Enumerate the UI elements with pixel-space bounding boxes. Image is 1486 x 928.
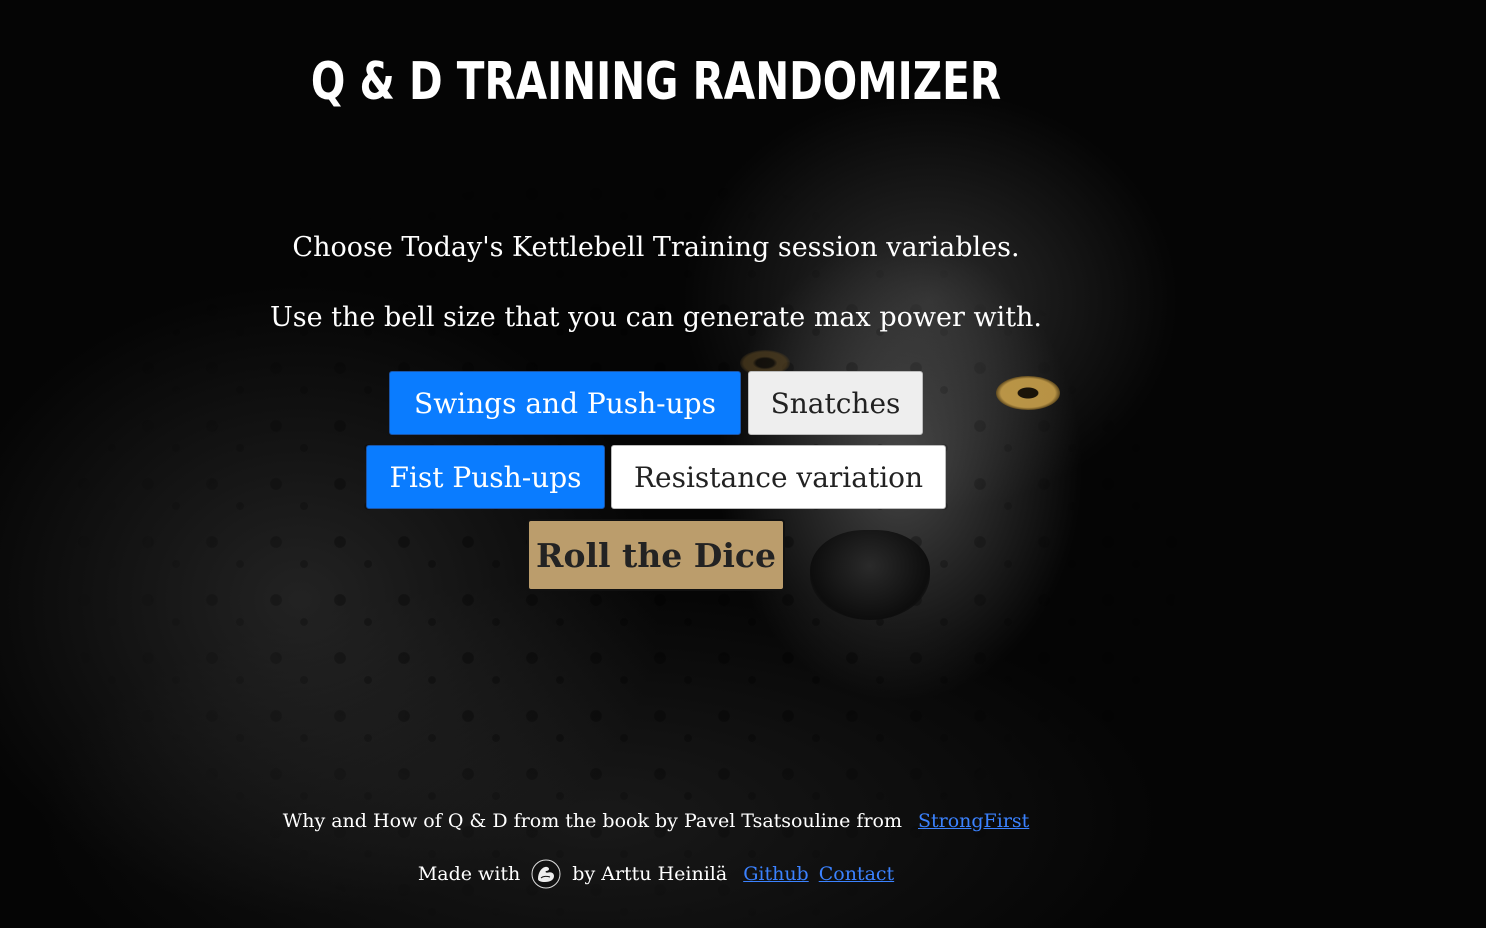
footer-source-text: Why and How of Q & D from the book by Pa… bbox=[282, 810, 902, 832]
flexed-bicep-icon bbox=[530, 858, 562, 890]
author-text: by Arttu Heinilä bbox=[572, 863, 728, 885]
page-title: Q & D TRAINING RANDOMIZER bbox=[310, 52, 1002, 112]
strongfirst-link[interactable]: StrongFirst bbox=[918, 810, 1029, 832]
footer-credits-line: Made with by Arttu Heinilä Github Contac… bbox=[0, 858, 1312, 890]
contact-link[interactable]: Contact bbox=[819, 863, 894, 885]
intro-line-2: Use the bell size that you can generate … bbox=[269, 302, 1043, 333]
made-with-text: Made with bbox=[417, 863, 521, 885]
footer-source-line: Why and How of Q & D from the book by Pa… bbox=[0, 810, 1312, 832]
main-content: Q & D TRAINING RANDOMIZER Choose Today's… bbox=[0, 0, 1486, 928]
github-link[interactable]: Github bbox=[743, 863, 809, 885]
intro-line-1: Choose Today's Kettlebell Training sessi… bbox=[292, 232, 1020, 263]
fist-pushups-button[interactable]: Fist Push-ups bbox=[366, 445, 605, 509]
roll-the-dice-button[interactable]: Roll the Dice bbox=[527, 519, 785, 591]
swings-and-pushups-button[interactable]: Swings and Push-ups bbox=[389, 371, 741, 435]
snatches-button[interactable]: Snatches bbox=[748, 371, 923, 435]
resistance-variation-button[interactable]: Resistance variation bbox=[611, 445, 946, 509]
